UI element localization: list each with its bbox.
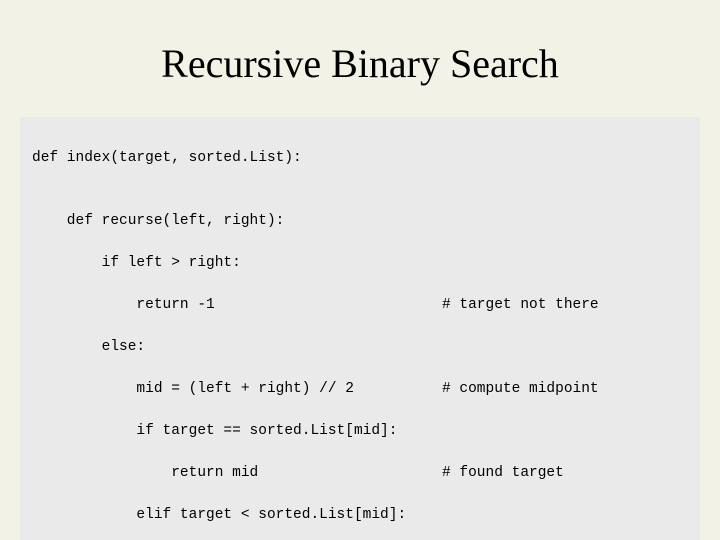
code-line: mid = (left + right) // 2 [32,379,442,400]
code-block: def index(target, sorted.List): def recu… [20,117,700,540]
code-comment: # compute midpoint [442,379,599,400]
code-line: def index(target, sorted.List): [32,148,442,169]
code-line: elif target < sorted.List[mid]: [32,505,442,526]
code-line: def recurse(left, right): [32,211,442,232]
code-line: else: [32,337,442,358]
slide-title: Recursive Binary Search [20,40,700,87]
code-line: return -1 [32,295,442,316]
code-line: if target == sorted.List[mid]: [32,421,442,442]
code-comment: # found target [442,463,564,484]
code-line: if left > right: [32,253,442,274]
code-line: return mid [32,463,442,484]
slide: Recursive Binary Search def index(target… [0,0,720,540]
code-comment: # target not there [442,295,599,316]
